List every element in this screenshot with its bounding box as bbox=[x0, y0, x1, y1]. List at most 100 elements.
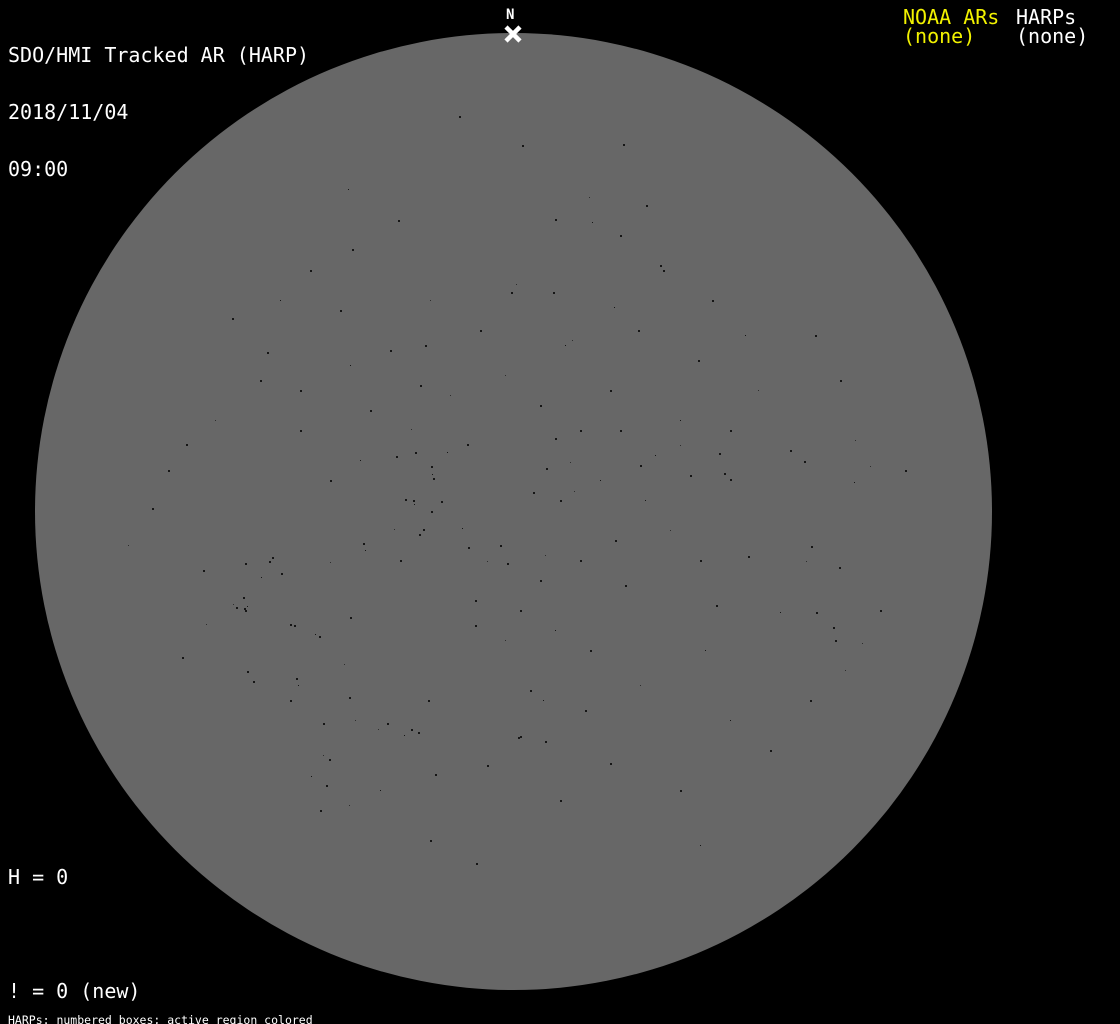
sunspot-speckle bbox=[300, 390, 302, 392]
noaa-ars-value: (none) bbox=[903, 24, 976, 48]
sunspot-speckle bbox=[394, 529, 395, 530]
sunspot-speckle bbox=[398, 220, 400, 222]
sunspot-speckle bbox=[690, 475, 692, 477]
sunspot-speckle bbox=[260, 380, 262, 382]
sunspot-speckle bbox=[415, 452, 417, 454]
sunspot-speckle bbox=[414, 504, 415, 505]
sunspot-speckle bbox=[281, 573, 283, 575]
sunspot-speckle bbox=[423, 529, 425, 531]
sunspot-speckle bbox=[712, 300, 714, 302]
sunspot-speckle bbox=[320, 810, 322, 812]
sunspot-speckle bbox=[560, 500, 562, 502]
sunspot-speckle bbox=[203, 570, 205, 572]
sunspot-speckle bbox=[700, 845, 701, 846]
footer-harps-note: HARPs: numbered boxes; active region col… bbox=[8, 1012, 313, 1024]
sunspot-speckle bbox=[540, 405, 542, 407]
sunspot-speckle bbox=[645, 500, 646, 501]
sunspot-speckle bbox=[592, 222, 593, 223]
sunspot-speckle bbox=[310, 270, 312, 272]
sunspot-speckle bbox=[206, 624, 207, 625]
sunspot-speckle bbox=[475, 625, 477, 627]
sunspot-speckle bbox=[487, 561, 488, 562]
sunspot-speckle bbox=[355, 720, 356, 721]
title-block: SDO/HMI Tracked AR (HARP) 2018/11/04 09:… bbox=[8, 8, 309, 217]
sunspot-speckle bbox=[620, 430, 622, 432]
sunspot-speckle bbox=[615, 540, 617, 542]
sunspot-speckle bbox=[419, 534, 421, 536]
solar-harp-plot: N SDO/HMI Tracked AR (HARP) 2018/11/04 0… bbox=[0, 0, 1120, 1024]
sunspot-speckle bbox=[543, 700, 544, 701]
sunspot-speckle bbox=[245, 563, 247, 565]
sunspot-speckle bbox=[680, 445, 681, 446]
sunspot-speckle bbox=[716, 605, 718, 607]
sunspot-speckle bbox=[441, 501, 443, 503]
sunspot-speckle bbox=[232, 318, 234, 320]
sunspot-speckle bbox=[476, 863, 478, 865]
sunspot-speckle bbox=[816, 612, 818, 614]
sunspot-speckle bbox=[428, 700, 430, 702]
sunspot-speckle bbox=[520, 736, 522, 738]
sunspot-speckle bbox=[411, 429, 412, 430]
sunspot-speckle bbox=[450, 395, 451, 396]
legend-h-count: H = 0 bbox=[8, 865, 69, 889]
sunspot-speckle bbox=[168, 470, 170, 472]
sunspot-speckle bbox=[233, 604, 234, 605]
sunspot-speckle bbox=[236, 607, 238, 609]
sunspot-speckle bbox=[811, 546, 813, 548]
sunspot-speckle bbox=[533, 492, 535, 494]
sunspot-speckle bbox=[405, 499, 407, 501]
sunspot-speckle bbox=[855, 440, 856, 441]
sunspot-speckle bbox=[380, 790, 381, 791]
sunspot-speckle bbox=[319, 636, 321, 638]
sunspot-speckle bbox=[329, 759, 331, 761]
sunspot-speckle bbox=[480, 330, 482, 332]
sunspot-speckle bbox=[555, 630, 556, 631]
sunspot-speckle bbox=[243, 597, 245, 599]
sunspot-speckle bbox=[614, 307, 615, 308]
sunspot-speckle bbox=[330, 562, 331, 563]
sunspot-speckle bbox=[804, 461, 806, 463]
sunspot-speckle bbox=[350, 365, 351, 366]
sunspot-speckle bbox=[215, 420, 216, 421]
sunspot-speckle bbox=[580, 430, 582, 432]
sunspot-speckle bbox=[430, 300, 431, 301]
sunspot-speckle bbox=[758, 390, 759, 391]
sunspot-speckle bbox=[700, 560, 702, 562]
harps-value: (none) bbox=[1016, 24, 1089, 48]
sunspot-speckle bbox=[620, 235, 622, 237]
sunspot-speckle bbox=[670, 530, 671, 531]
sunspot-speckle bbox=[698, 360, 700, 362]
sunspot-speckle bbox=[435, 774, 437, 776]
sunspot-speckle bbox=[862, 643, 863, 644]
sunspot-speckle bbox=[507, 563, 509, 565]
sunspot-speckle bbox=[447, 452, 448, 453]
sunspot-speckle bbox=[840, 380, 842, 382]
sunspot-speckle bbox=[420, 385, 422, 387]
sunspot-speckle bbox=[810, 700, 812, 702]
sunspot-speckle bbox=[589, 197, 590, 198]
sunspot-speckle bbox=[511, 292, 513, 294]
sunspot-speckle bbox=[520, 610, 522, 612]
sunspot-speckle bbox=[570, 462, 571, 463]
sunspot-speckle bbox=[555, 219, 557, 221]
plot-time: 09:00 bbox=[8, 157, 69, 181]
sunspot-speckle bbox=[545, 741, 547, 743]
sunspot-speckle bbox=[745, 335, 746, 336]
sunspot-speckle bbox=[839, 567, 841, 569]
sunspot-speckle bbox=[296, 678, 298, 680]
sunspot-speckle bbox=[663, 270, 665, 272]
sunspot-speckle bbox=[572, 340, 573, 341]
sunspot-speckle bbox=[780, 612, 781, 613]
sunspot-speckle bbox=[905, 470, 907, 472]
sunspot-speckle bbox=[186, 444, 188, 446]
sunspot-speckle bbox=[724, 473, 726, 475]
sunspot-speckle bbox=[323, 723, 325, 725]
sunspot-speckle bbox=[315, 634, 316, 635]
sunspot-speckle bbox=[806, 561, 807, 562]
sunspot-speckle bbox=[370, 410, 372, 412]
sunspot-speckle bbox=[261, 577, 262, 578]
sunspot-speckle bbox=[462, 528, 463, 529]
sunspot-speckle bbox=[590, 650, 592, 652]
sunspot-speckle bbox=[425, 345, 427, 347]
sunspot-speckle bbox=[387, 723, 389, 725]
